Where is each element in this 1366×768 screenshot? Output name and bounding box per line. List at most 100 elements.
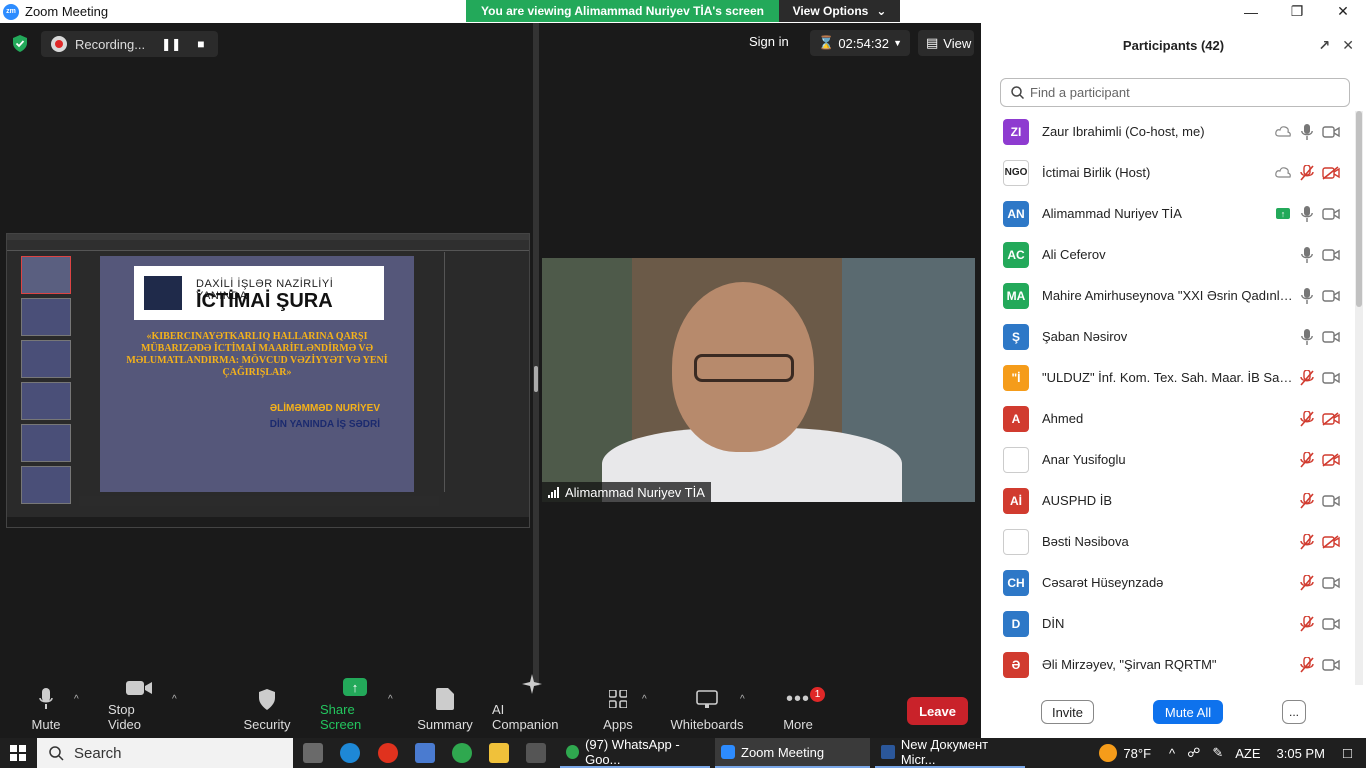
participant-row[interactable]: NGO İctimai Birlik (Host): [981, 152, 1353, 193]
caret-up-icon[interactable]: ^: [172, 694, 177, 705]
video-camera-icon[interactable]: [1319, 246, 1343, 264]
task-zoom[interactable]: Zoom Meeting: [715, 738, 870, 768]
microphone-icon[interactable]: [1295, 246, 1319, 264]
calculator-icon[interactable]: [526, 743, 546, 763]
mute-all-button[interactable]: Mute All: [1153, 700, 1223, 724]
video-camera-icon[interactable]: [1319, 492, 1343, 510]
close-window-icon[interactable]: ✕: [1320, 0, 1366, 23]
caret-up-icon[interactable]: ^: [740, 694, 745, 705]
chrome-icon[interactable]: [452, 743, 472, 763]
close-panel-icon[interactable]: ✕: [1342, 37, 1354, 54]
participant-search-input[interactable]: [1030, 85, 1330, 100]
video-camera-icon[interactable]: [1319, 328, 1343, 346]
edge-icon[interactable]: [340, 743, 360, 763]
weather-temp[interactable]: 78°F: [1123, 746, 1151, 761]
video-camera-icon[interactable]: [1319, 656, 1343, 674]
more-options-button[interactable]: ...: [1282, 700, 1306, 724]
stop-recording-icon[interactable]: ■: [197, 37, 204, 51]
participant-row[interactable]: Bəsti Nəsibova: [981, 521, 1353, 562]
participant-list[interactable]: ZI Zaur Ibrahimli (Co-host, me) NGO İctimai…: [981, 111, 1353, 685]
participant-list-scrollbar[interactable]: [1355, 111, 1363, 685]
mute-button[interactable]: Mute: [28, 686, 64, 738]
participant-row[interactable]: AC Ali Ceferov: [981, 234, 1353, 275]
video-off-icon[interactable]: [1319, 451, 1343, 469]
task-word[interactable]: New Документ Micr...: [875, 737, 1025, 768]
video-camera-icon[interactable]: [1319, 123, 1343, 141]
stop-video-button[interactable]: Stop Video: [108, 681, 170, 738]
view-button[interactable]: ▤ View: [918, 30, 974, 56]
participant-row[interactable]: D DİN: [981, 603, 1353, 644]
divider-grip[interactable]: [534, 366, 538, 392]
mic-muted-icon[interactable]: [1295, 615, 1319, 633]
task-view-icon[interactable]: [303, 743, 323, 763]
pen-icon[interactable]: ✎: [1212, 745, 1223, 761]
participant-row[interactable]: Anar Yusifoglu: [981, 439, 1353, 480]
minimize-icon[interactable]: —: [1228, 0, 1274, 23]
invite-button[interactable]: Invite: [1041, 700, 1094, 724]
file-explorer-icon[interactable]: [489, 743, 509, 763]
mic-muted-icon[interactable]: [1295, 492, 1319, 510]
maximize-icon[interactable]: ❐: [1274, 0, 1320, 23]
caret-up-icon[interactable]: ^: [388, 694, 393, 705]
opera-icon[interactable]: [378, 743, 398, 763]
video-off-icon[interactable]: [1319, 164, 1343, 182]
participant-row[interactable]: MA Mahire Amirhuseynova "XXI Əsrin Qadınl…: [981, 275, 1353, 316]
caret-up-icon[interactable]: ^: [74, 694, 79, 705]
pause-recording-icon[interactable]: ❚❚: [161, 37, 181, 51]
security-shield-icon[interactable]: [12, 35, 28, 52]
notifications-icon[interactable]: □: [1343, 745, 1352, 762]
video-camera-icon[interactable]: [1319, 287, 1343, 305]
meeting-timer[interactable]: ⌛ 02:54:32 ▼: [810, 30, 910, 56]
participant-row[interactable]: Ş Şaban Nəsirov: [981, 316, 1353, 357]
split-divider[interactable]: [533, 23, 539, 686]
participant-name: İctimai Birlik (Host): [1042, 165, 1151, 180]
participant-row[interactable]: AN Alimammad Nuriyev TİA ↑: [981, 193, 1353, 234]
participant-row[interactable]: Aİ AUSPHD İB: [981, 480, 1353, 521]
participant-row[interactable]: ZI Zaur Ibrahimli (Co-host, me): [981, 111, 1353, 152]
view-options-button[interactable]: View Options ⌄: [779, 0, 900, 22]
clock-time[interactable]: 3:05 PM: [1277, 746, 1325, 761]
leave-button[interactable]: Leave: [907, 697, 968, 725]
video-off-icon[interactable]: [1319, 533, 1343, 551]
security-button[interactable]: Security: [244, 686, 290, 738]
share-screen-button[interactable]: ↑ Share Screen: [320, 678, 390, 738]
summary-button[interactable]: Summary: [417, 686, 473, 738]
whiteboards-button[interactable]: Whiteboards: [671, 686, 744, 738]
microphone-icon[interactable]: [1295, 123, 1319, 141]
microphone-icon[interactable]: [1295, 328, 1319, 346]
windows-start-icon[interactable]: [0, 738, 36, 768]
chevron-up-icon[interactable]: ^: [1169, 746, 1175, 761]
language-indicator[interactable]: AZE: [1235, 746, 1260, 761]
pop-out-icon[interactable]: ↗: [1319, 37, 1331, 54]
scrollbar-thumb[interactable]: [1356, 111, 1362, 307]
caret-up-icon[interactable]: ^: [642, 694, 647, 705]
mic-muted-icon[interactable]: [1295, 656, 1319, 674]
mic-muted-icon[interactable]: [1295, 369, 1319, 387]
video-camera-icon[interactable]: [1319, 574, 1343, 592]
mic-muted-icon[interactable]: [1295, 574, 1319, 592]
participant-row[interactable]: A Ahmed: [981, 398, 1353, 439]
taskbar-search[interactable]: Search: [37, 738, 293, 768]
participant-row[interactable]: "İ "ULDUZ" İnf. Kom. Tex. Sah. Maar. İB S…: [981, 357, 1353, 398]
apps-button[interactable]: Apps: [603, 686, 633, 738]
weather-sun-icon[interactable]: [1099, 744, 1118, 762]
video-camera-icon[interactable]: [1319, 615, 1343, 633]
task-whatsapp[interactable]: (97) WhatsApp - Goo...: [560, 737, 710, 768]
participant-row[interactable]: Ə Əli Mirzəyev, "Şirvan RQRTM": [981, 644, 1353, 685]
microphone-icon[interactable]: [1295, 287, 1319, 305]
network-icon[interactable]: ☍: [1187, 745, 1200, 761]
sign-in-link[interactable]: Sign in: [749, 34, 789, 49]
ai-companion-button[interactable]: AI Companion: [492, 674, 572, 738]
video-camera-icon[interactable]: [1319, 369, 1343, 387]
video-camera-icon[interactable]: [1319, 205, 1343, 223]
mic-muted-icon[interactable]: [1295, 451, 1319, 469]
microphone-icon[interactable]: [1295, 205, 1319, 223]
app-icon[interactable]: [415, 743, 435, 763]
mic-muted-icon[interactable]: [1295, 410, 1319, 428]
participant-search[interactable]: [1000, 78, 1350, 107]
mic-muted-icon[interactable]: [1295, 533, 1319, 551]
mic-muted-icon[interactable]: [1295, 164, 1319, 182]
participant-row[interactable]: CH Cəsarət Hüseynzadə: [981, 562, 1353, 603]
video-off-icon[interactable]: [1319, 410, 1343, 428]
speaker-video[interactable]: Alimammad Nuriyev TİA: [542, 258, 975, 502]
